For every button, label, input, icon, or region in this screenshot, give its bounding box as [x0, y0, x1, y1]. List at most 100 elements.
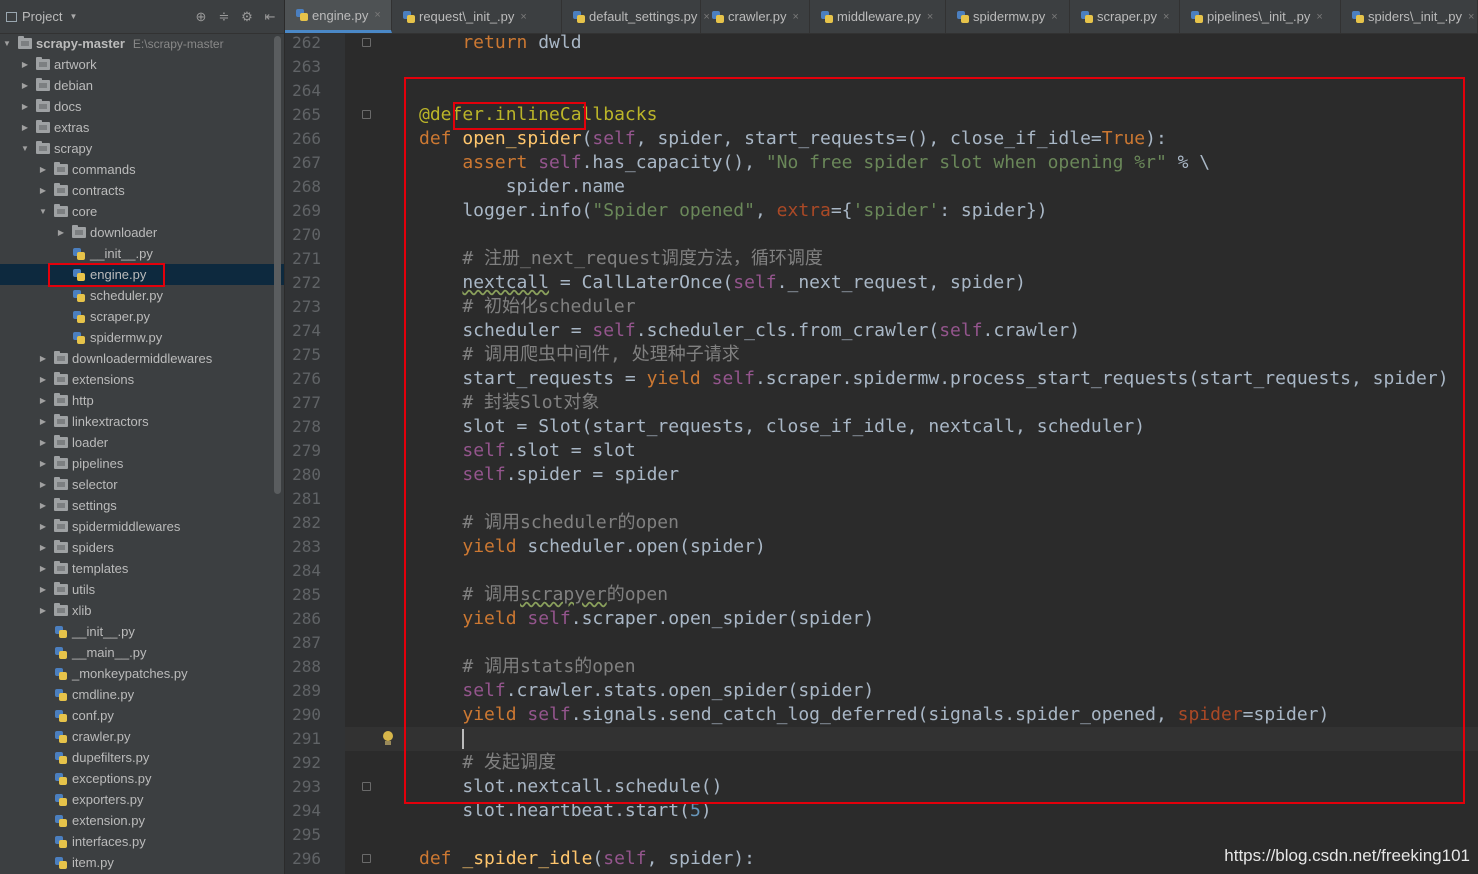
python-file-icon [54, 856, 68, 870]
close-icon[interactable]: × [1468, 11, 1474, 23]
tree-folder[interactable]: ▶ settings [0, 495, 284, 516]
tree-file[interactable]: ▶exceptions.py [0, 768, 284, 789]
close-icon[interactable]: × [1316, 11, 1322, 23]
chevron-right-icon[interactable]: ▶ [20, 60, 30, 69]
fold-marker-icon[interactable] [362, 782, 371, 791]
tree-file[interactable]: ▶item.py [0, 852, 284, 873]
tree-folder[interactable]: ▶ http [0, 390, 284, 411]
tree-folder[interactable]: ▶ templates [0, 558, 284, 579]
tree-file[interactable]: ▶_monkeypatches.py [0, 663, 284, 684]
tree-file[interactable]: ▶scraper.py [0, 306, 284, 327]
fold-marker-icon[interactable] [362, 110, 371, 119]
close-icon[interactable]: × [793, 11, 799, 23]
tree-folder[interactable]: ▶ pipelines [0, 453, 284, 474]
tree-folder[interactable]: ▼ scrapy [0, 138, 284, 159]
tree-file[interactable]: ▶crawler.py [0, 726, 284, 747]
chevron-right-icon[interactable]: ▶ [20, 123, 30, 132]
tree-folder[interactable]: ▶ downloader [0, 222, 284, 243]
tree-folder[interactable]: ▶ extras [0, 117, 284, 138]
tree-file[interactable]: ▶scheduler.py [0, 285, 284, 306]
chevron-right-icon[interactable]: ▶ [38, 543, 48, 552]
tree-folder[interactable]: ▶ utils [0, 579, 284, 600]
gear-icon[interactable]: ⚙ [240, 9, 254, 25]
tree-folder[interactable]: ▼ scrapy-master E:\scrapy-master [0, 33, 284, 54]
tree-folder[interactable]: ▶ xlib [0, 600, 284, 621]
tree-folder[interactable]: ▶ docs [0, 96, 284, 117]
chevron-right-icon[interactable]: ▶ [38, 165, 48, 174]
tree-item-label: spidermw.py [90, 330, 163, 345]
chevron-right-icon[interactable]: ▶ [38, 522, 48, 531]
chevron-right-icon[interactable]: ▶ [38, 375, 48, 384]
fold-marker-icon[interactable] [362, 38, 371, 47]
editor-tab[interactable]: middleware.py × [810, 0, 946, 33]
editor-tab[interactable]: crawler.py × [701, 0, 810, 33]
tree-folder[interactable]: ▶ spidermiddlewares [0, 516, 284, 537]
tree-folder[interactable]: ▶ debian [0, 75, 284, 96]
python-file-icon [711, 10, 725, 24]
tree-file[interactable]: ▶interfaces.py [0, 831, 284, 852]
code-line[interactable]: return dwld [419, 34, 581, 55]
tree-folder[interactable]: ▶ linkextractors [0, 411, 284, 432]
tree-scrollbar[interactable] [274, 36, 281, 494]
chevron-down-icon[interactable]: ▼ [20, 144, 30, 153]
tree-folder[interactable]: ▶ contracts [0, 180, 284, 201]
lightbulb-base [385, 741, 391, 745]
editor-tab[interactable]: spidermw.py × [946, 0, 1070, 33]
chevron-down-icon[interactable]: ▼ [38, 207, 48, 216]
chevron-right-icon[interactable]: ▶ [38, 585, 48, 594]
tree-folder[interactable]: ▶ spiders [0, 537, 284, 558]
locate-icon[interactable]: ⊕ [194, 9, 208, 25]
chevron-right-icon[interactable]: ▶ [20, 81, 30, 90]
chevron-right-icon[interactable]: ▶ [38, 606, 48, 615]
editor-tab[interactable]: engine.py × [285, 0, 392, 33]
tree-file[interactable]: ▶spidermw.py [0, 327, 284, 348]
editor-tab[interactable]: default_settings.py × [562, 0, 710, 33]
fold-marker-icon[interactable] [362, 854, 371, 863]
chevron-right-icon[interactable]: ▶ [20, 102, 30, 111]
chevron-right-icon[interactable]: ▶ [38, 186, 48, 195]
chevron-down-icon[interactable]: ▼ [2, 39, 12, 48]
editor-tab[interactable]: spiders\_init_.py × [1341, 0, 1478, 33]
close-icon[interactable]: × [1163, 11, 1169, 23]
lightbulb-icon[interactable] [382, 731, 394, 747]
hide-panel-icon[interactable]: ⇤ [263, 9, 277, 25]
tree-file[interactable]: ▶__main__.py [0, 642, 284, 663]
tree-folder[interactable]: ▶ selector [0, 474, 284, 495]
project-view-selector[interactable]: Project ▼ [6, 9, 77, 24]
chevron-right-icon[interactable]: ▶ [38, 438, 48, 447]
collapse-all-icon[interactable]: ≑ [217, 9, 231, 25]
tree-file[interactable]: ▶__init__.py [0, 243, 284, 264]
chevron-right-icon[interactable]: ▶ [38, 417, 48, 426]
tree-file[interactable]: ▶cmdline.py [0, 684, 284, 705]
line-number: 264 [292, 81, 321, 100]
python-icon-yellow [59, 860, 67, 869]
tree-folder[interactable]: ▶ extensions [0, 369, 284, 390]
close-icon[interactable]: × [927, 11, 933, 23]
chevron-right-icon[interactable]: ▶ [38, 354, 48, 363]
editor-tab[interactable]: scraper.py × [1070, 0, 1180, 33]
tree-file[interactable]: ▶conf.py [0, 705, 284, 726]
close-icon[interactable]: × [374, 9, 380, 21]
tree-item-label: crawler.py [72, 729, 131, 744]
tree-folder[interactable]: ▶ downloadermiddlewares [0, 348, 284, 369]
tree-folder[interactable]: ▼ core [0, 201, 284, 222]
tree-file[interactable]: ▶__init__.py [0, 621, 284, 642]
code-line[interactable]: def _spider_idle(self, spider): [419, 847, 755, 871]
chevron-right-icon[interactable]: ▶ [38, 564, 48, 573]
tree-file[interactable]: ▶exporters.py [0, 789, 284, 810]
editor-tab[interactable]: request\_init_.py × [392, 0, 562, 33]
chevron-right-icon[interactable]: ▶ [56, 228, 66, 237]
tree-file[interactable]: ▶extension.py [0, 810, 284, 831]
chevron-right-icon[interactable]: ▶ [38, 501, 48, 510]
tree-folder[interactable]: ▶ artwork [0, 54, 284, 75]
project-panel-title: Project [22, 9, 63, 24]
tree-file[interactable]: ▶dupefilters.py [0, 747, 284, 768]
tree-folder[interactable]: ▶ commands [0, 159, 284, 180]
close-icon[interactable]: × [520, 11, 526, 23]
chevron-right-icon[interactable]: ▶ [38, 480, 48, 489]
tree-folder[interactable]: ▶ loader [0, 432, 284, 453]
chevron-right-icon[interactable]: ▶ [38, 396, 48, 405]
editor-tab[interactable]: pipelines\_init_.py × [1180, 0, 1341, 33]
chevron-right-icon[interactable]: ▶ [38, 459, 48, 468]
close-icon[interactable]: × [1051, 11, 1057, 23]
